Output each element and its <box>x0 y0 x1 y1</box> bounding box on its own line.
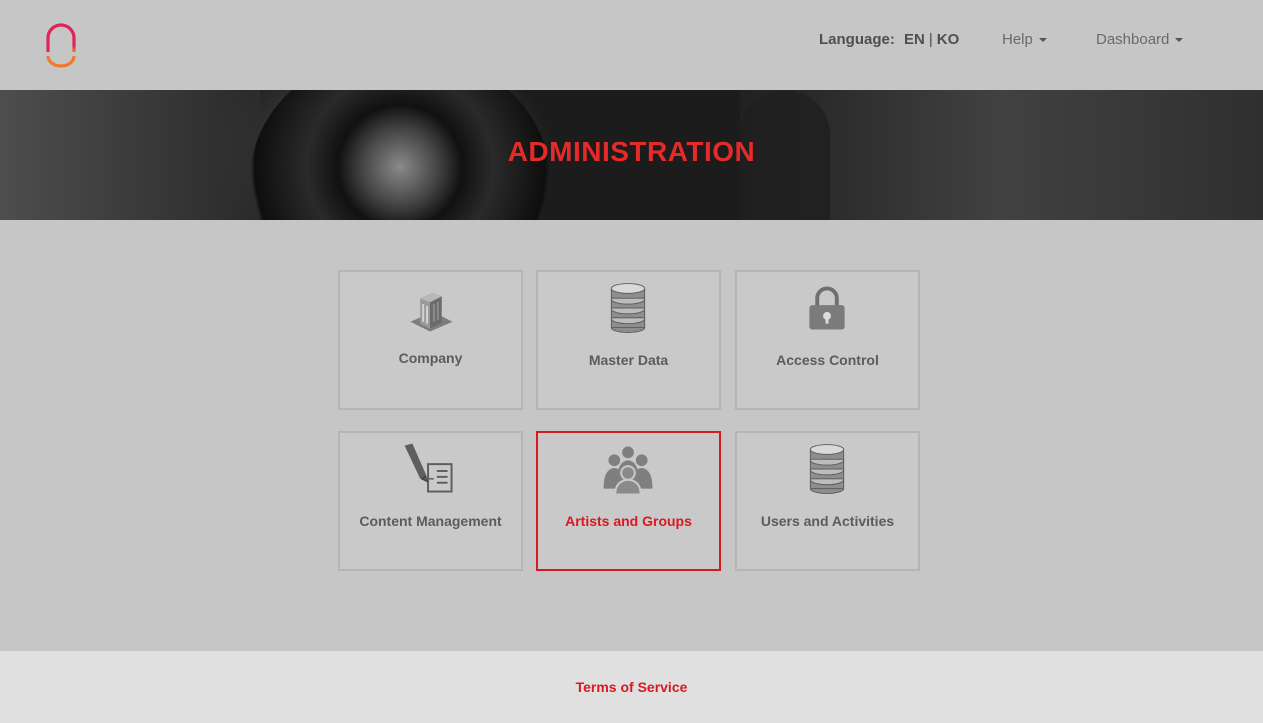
language-switcher: EN | KO <box>904 31 959 48</box>
dashboard-menu[interactable]: Dashboard <box>1096 31 1184 48</box>
tile-master-data[interactable]: Master Data <box>536 270 721 410</box>
language-option-ko[interactable]: KO <box>937 31 960 48</box>
hero-banner: ADMINISTRATION <box>0 90 1263 220</box>
database-icon <box>809 444 845 494</box>
help-menu[interactable]: Help <box>1002 31 1047 48</box>
chevron-down-icon <box>1038 38 1047 43</box>
language-separator: | <box>928 31 933 48</box>
chevron-down-icon <box>1175 38 1184 43</box>
terms-of-service-link[interactable]: Terms of Service <box>0 679 1263 695</box>
tile-company[interactable]: Company <box>338 270 523 410</box>
tile-label: Company <box>398 350 463 366</box>
admin-page: Language: EN | KO Help Dashboard ADMINISTR… <box>0 0 1263 723</box>
help-menu-label: Help <box>1002 31 1033 48</box>
tile-label: Users and Activities <box>760 513 895 529</box>
tile-content-management[interactable]: Content Management <box>338 431 523 571</box>
tile-access-control[interactable]: Access Control <box>735 270 920 410</box>
database-icon <box>610 283 646 333</box>
tile-label: Artists and Groups <box>565 513 692 529</box>
language-option-en[interactable]: EN <box>904 31 925 48</box>
tile-label: Access Control <box>776 352 879 368</box>
tile-label: Master Data <box>588 352 669 368</box>
building-icon <box>410 292 453 332</box>
top-header: Language: EN | KO Help Dashboard <box>0 0 1263 90</box>
language-label: Language: <box>819 31 895 48</box>
dashboard-menu-label: Dashboard <box>1096 31 1170 48</box>
brand-logo-icon[interactable] <box>44 22 78 68</box>
tile-artists-and-groups[interactable]: Artists and Groups <box>536 431 721 571</box>
footer: Terms of Service <box>0 651 1263 723</box>
page-title: ADMINISTRATION <box>507 136 756 167</box>
tile-users-and-activities[interactable]: Users and Activities <box>735 431 920 571</box>
group-people-icon <box>603 446 653 496</box>
tile-label: Content Management <box>359 513 502 529</box>
padlock-icon <box>809 286 845 330</box>
document-pen-icon <box>404 443 453 493</box>
